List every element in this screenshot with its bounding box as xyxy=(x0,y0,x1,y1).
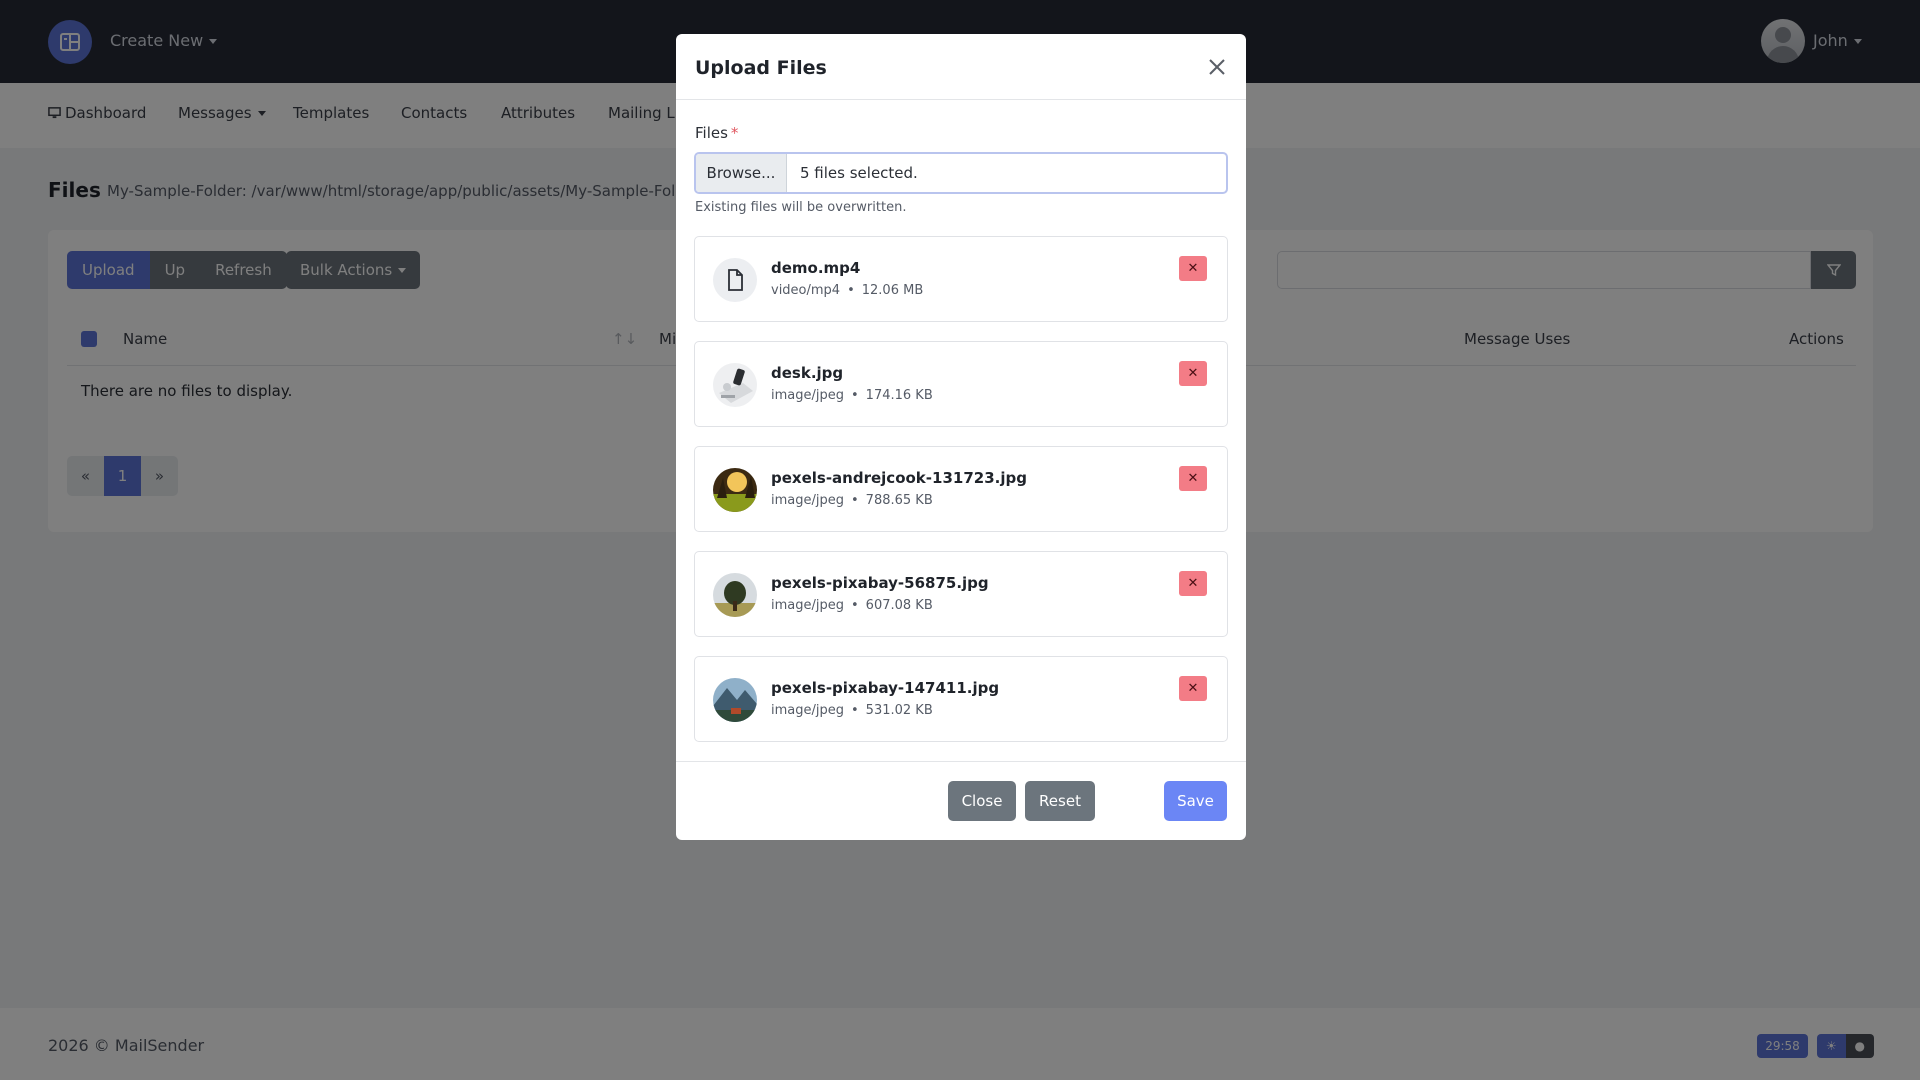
file-type: image/jpeg xyxy=(771,598,844,613)
close-button[interactable]: Close xyxy=(948,781,1016,821)
file-meta: image/jpeg • 607.08 KB xyxy=(771,598,933,613)
file-name: pexels-pixabay-56875.jpg xyxy=(771,574,989,592)
list-item: demo.mp4 video/mp4 • 12.06 MB ✕ xyxy=(694,236,1228,322)
file-size: 788.65 KB xyxy=(865,493,933,508)
files-label-text: Files xyxy=(695,124,728,142)
list-item: desk.jpg image/jpeg • 174.16 KB ✕ xyxy=(694,341,1228,427)
list-item: pexels-pixabay-56875.jpg image/jpeg • 607.… xyxy=(694,551,1228,637)
list-item: pexels-andrejcook-131723.jpg image/jpeg •… xyxy=(694,446,1228,532)
remove-file-button[interactable]: ✕ xyxy=(1179,466,1207,491)
required-marker: * xyxy=(730,124,739,142)
file-type: video/mp4 xyxy=(771,283,841,298)
file-name: pexels-andrejcook-131723.jpg xyxy=(771,469,1027,487)
remove-file-button[interactable]: ✕ xyxy=(1179,361,1207,386)
save-button[interactable]: Save xyxy=(1164,781,1227,821)
modal-title: Upload Files xyxy=(695,57,827,79)
list-item: pexels-pixabay-147411.jpg image/jpeg • 531… xyxy=(694,656,1228,742)
file-meta: image/jpeg • 531.02 KB xyxy=(771,703,933,718)
document-icon xyxy=(713,258,757,302)
file-size: 531.02 KB xyxy=(865,703,933,718)
image-thumbnail xyxy=(713,468,757,512)
close-icon[interactable] xyxy=(1206,56,1228,78)
files-field-label: Files * xyxy=(695,124,738,142)
file-meta: image/jpeg • 788.65 KB xyxy=(771,493,933,508)
file-type: image/jpeg xyxy=(771,493,844,508)
file-size: 607.08 KB xyxy=(865,598,933,613)
file-meta: image/jpeg • 174.16 KB xyxy=(771,388,933,403)
file-name: desk.jpg xyxy=(771,364,844,382)
reset-button[interactable]: Reset xyxy=(1025,781,1095,821)
modal-header: Upload Files xyxy=(676,34,1246,100)
file-size: 174.16 KB xyxy=(865,388,933,403)
remove-file-button[interactable]: ✕ xyxy=(1179,676,1207,701)
overwrite-help-text: Existing files will be overwritten. xyxy=(695,200,907,215)
image-thumbnail xyxy=(713,573,757,617)
file-name: demo.mp4 xyxy=(771,259,861,277)
selected-files-text: 5 files selected. xyxy=(800,164,918,182)
file-picker-input[interactable]: Browse... 5 files selected. xyxy=(694,152,1228,194)
modal-footer: Close Reset Save xyxy=(676,761,1246,840)
file-type: image/jpeg xyxy=(771,703,844,718)
image-thumbnail xyxy=(713,678,757,722)
file-meta: video/mp4 • 12.06 MB xyxy=(771,283,924,298)
file-size: 12.06 MB xyxy=(861,283,924,298)
file-name: pexels-pixabay-147411.jpg xyxy=(771,679,1000,697)
remove-file-button[interactable]: ✕ xyxy=(1179,256,1207,281)
remove-file-button[interactable]: ✕ xyxy=(1179,571,1207,596)
image-thumbnail xyxy=(713,363,757,407)
browse-button[interactable]: Browse... xyxy=(696,154,787,192)
upload-files-modal: Upload Files Files * Browse... 5 files se… xyxy=(676,34,1246,840)
file-type: image/jpeg xyxy=(771,388,844,403)
